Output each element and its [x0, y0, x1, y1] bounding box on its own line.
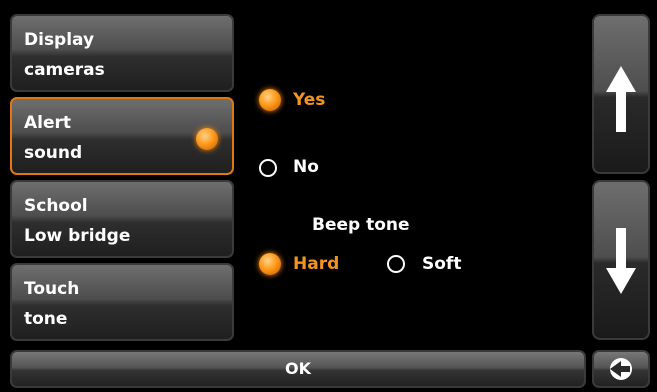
arrow-down-icon [606, 228, 636, 294]
radio-unselected-icon[interactable] [387, 255, 405, 273]
back-icon [610, 358, 632, 380]
radio-selected-icon[interactable] [259, 89, 281, 111]
beep-tone-heading: Beep tone [312, 215, 410, 235]
menu-item-label-line1: Alert [24, 113, 72, 133]
option-hard-label[interactable]: Hard [293, 254, 339, 274]
menu-item-school-low-bridge[interactable]: School Low bridge [10, 180, 234, 258]
scroll-up-button[interactable] [592, 14, 650, 174]
radio-selected-icon[interactable] [259, 253, 281, 275]
menu-item-label-line2: cameras [24, 60, 105, 80]
menu-item-display-cameras[interactable]: Display cameras [10, 14, 234, 92]
active-indicator-icon [196, 128, 218, 150]
ok-button[interactable]: OK [10, 350, 586, 388]
menu-item-label-line1: Touch [24, 279, 80, 299]
ok-button-label: OK [285, 359, 311, 378]
menu-item-label-line2: Low bridge [24, 226, 131, 246]
menu-item-label-line2: tone [24, 309, 68, 329]
menu-item-touch-tone[interactable]: Touch tone [10, 263, 234, 341]
menu-item-label-line1: Display [24, 30, 95, 50]
option-soft-label[interactable]: Soft [422, 254, 461, 274]
option-no-label[interactable]: No [293, 157, 319, 177]
menu-item-label-line2: sound [24, 143, 83, 163]
arrow-up-icon [606, 66, 636, 132]
menu-item-alert-sound[interactable]: Alert sound [10, 97, 234, 175]
option-yes-label[interactable]: Yes [293, 90, 325, 110]
back-button[interactable] [592, 350, 650, 388]
menu-item-label-line1: School [24, 196, 88, 216]
scroll-down-button[interactable] [592, 180, 650, 340]
radio-unselected-icon[interactable] [259, 159, 277, 177]
